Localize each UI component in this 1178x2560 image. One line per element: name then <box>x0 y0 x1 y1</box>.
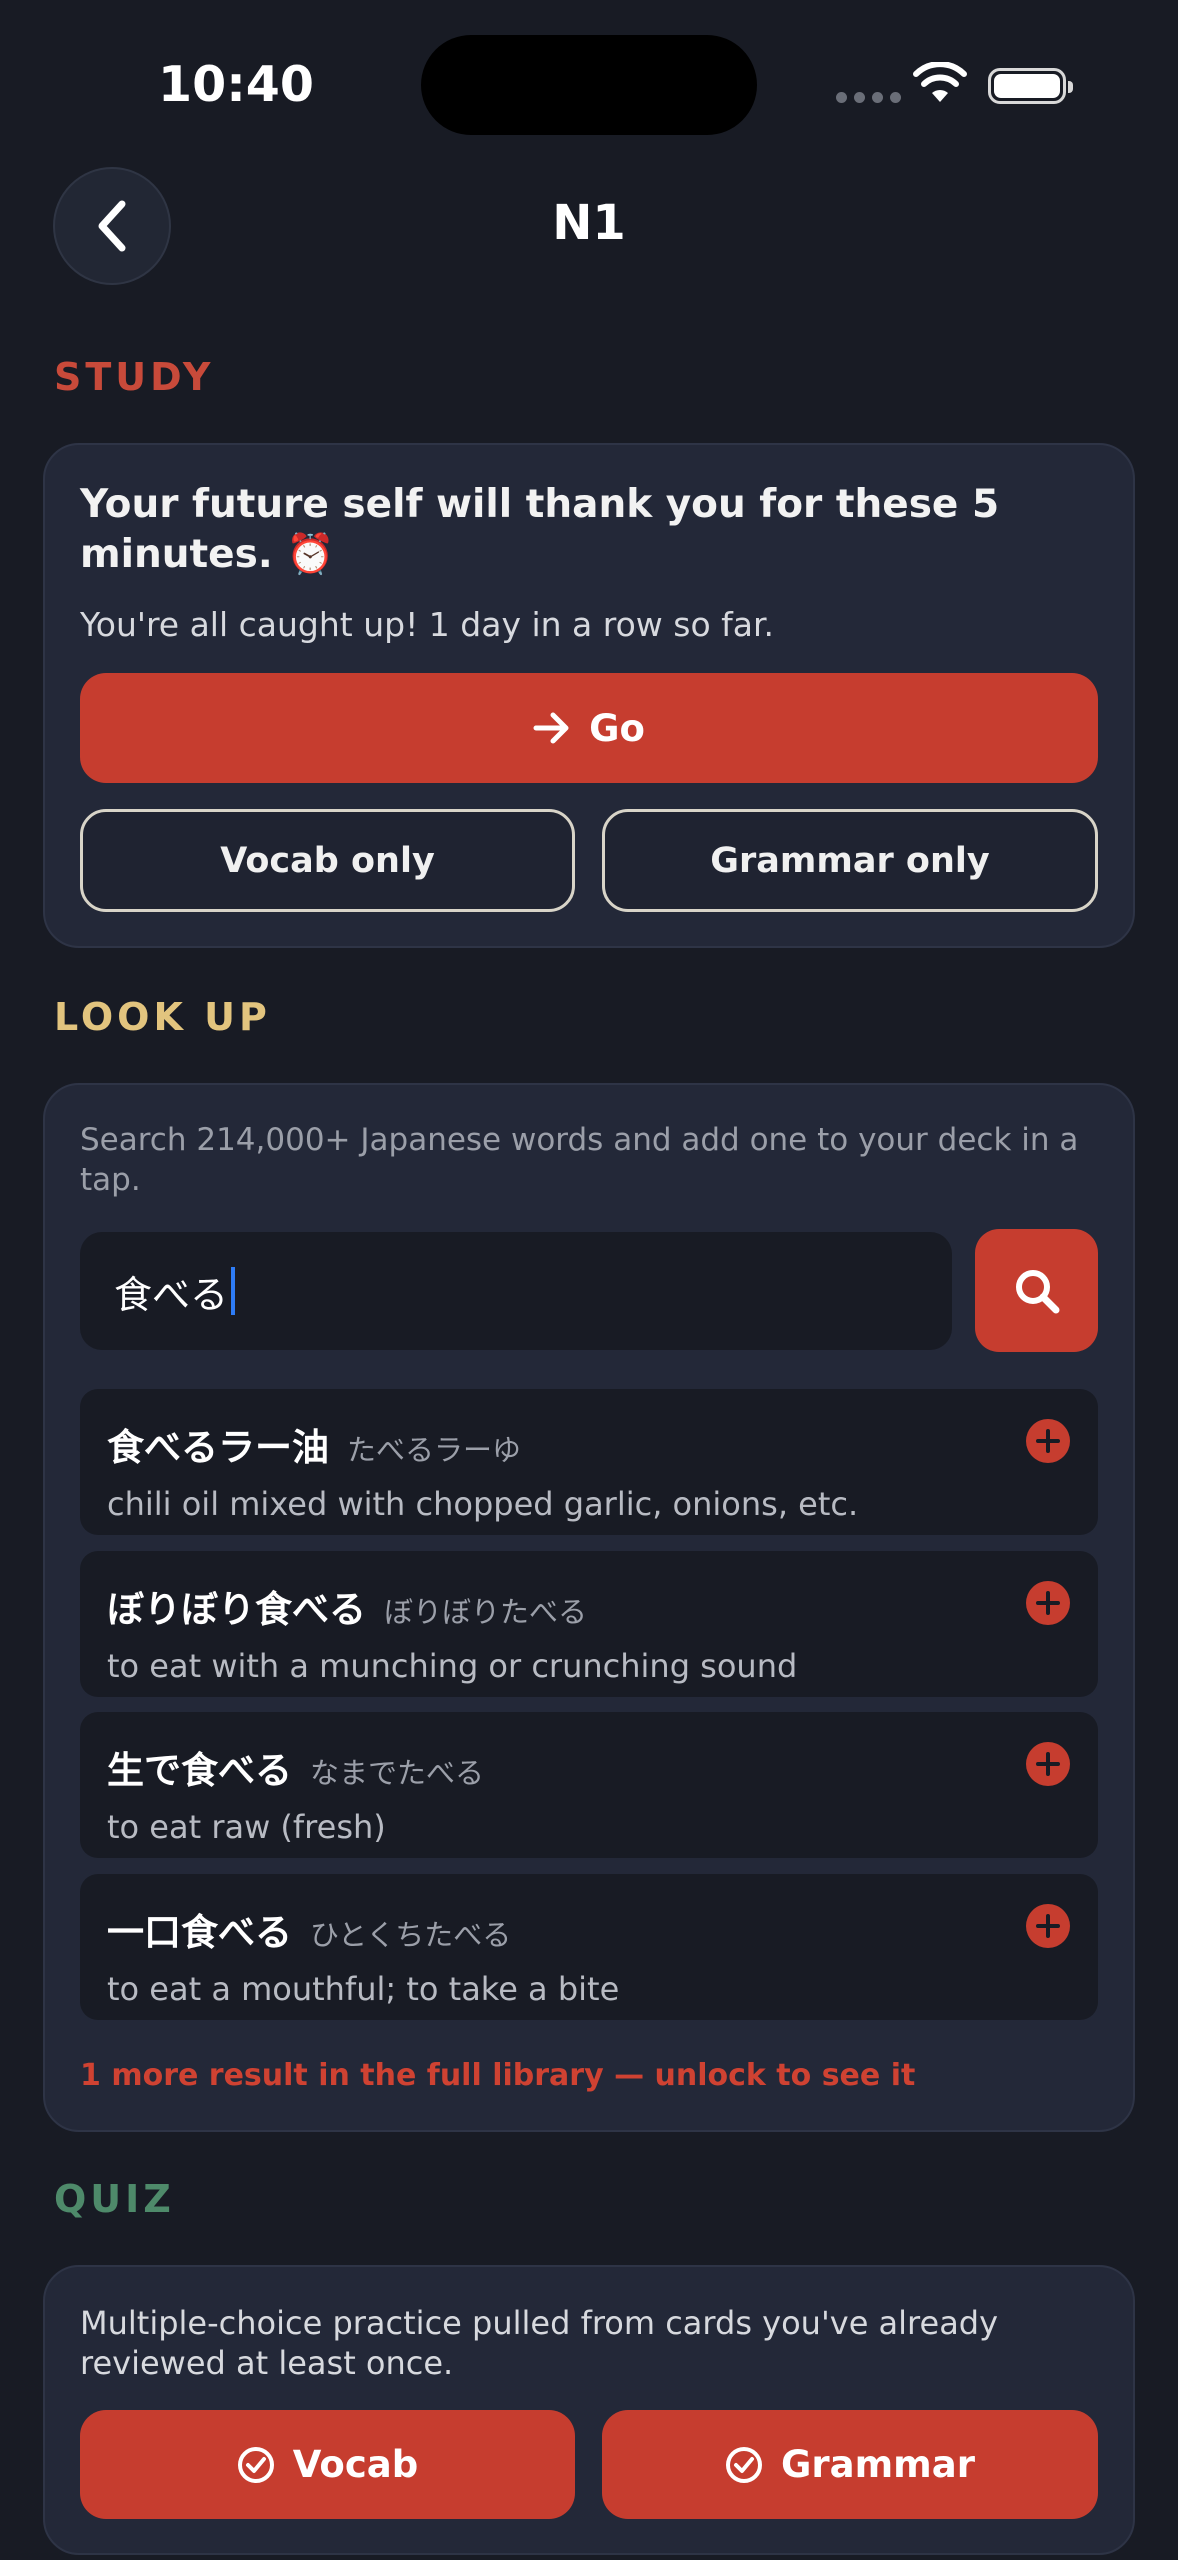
battery-icon <box>988 68 1073 104</box>
quiz-vocab-label: Vocab <box>292 2443 419 2486</box>
plus-icon <box>1036 1914 1060 1938</box>
result-gloss: to eat raw (fresh) <box>107 1808 386 1846</box>
grammar-only-button[interactable]: Grammar only <box>602 809 1098 912</box>
study-section-label: STUDY <box>54 355 215 399</box>
add-to-deck-button[interactable] <box>1026 1742 1070 1786</box>
cellular-signal-icon <box>836 92 901 103</box>
go-button-label: Go <box>589 706 645 750</box>
wifi-icon <box>912 61 968 110</box>
add-to-deck-button[interactable] <box>1026 1904 1070 1948</box>
search-button[interactable] <box>975 1229 1098 1352</box>
plus-icon <box>1036 1591 1060 1615</box>
quiz-vocab-button[interactable]: Vocab <box>80 2410 575 2519</box>
lookup-section-label: LOOK UP <box>54 995 271 1039</box>
quiz-grammar-label: Grammar <box>781 2443 975 2486</box>
result-reading: たべるラーゆ <box>347 1433 522 1467</box>
add-to-deck-button[interactable] <box>1026 1581 1070 1625</box>
search-input[interactable]: 食べる <box>80 1232 952 1350</box>
plus-icon <box>1036 1752 1060 1776</box>
lookup-description: Search 214,000+ Japanese words and add o… <box>80 1122 1079 1198</box>
quiz-section-label: QUIZ <box>54 2177 175 2221</box>
arrow-right-icon <box>533 712 569 744</box>
result-word: ぼりぼり食べる <box>107 1588 366 1631</box>
page-title: N1 <box>552 195 626 251</box>
plus-icon <box>1036 1429 1060 1453</box>
go-button[interactable]: Go <box>80 673 1098 783</box>
result-reading: なまでたべる <box>310 1756 485 1790</box>
vocab-only-button[interactable]: Vocab only <box>80 809 575 912</box>
quiz-description: Multiple-choice practice pulled from car… <box>80 2304 999 2382</box>
unlock-more-results-link[interactable]: 1 more result in the full library — unlo… <box>80 2058 915 2093</box>
result-item[interactable]: 生で食べる なまでたべる to eat raw (fresh) <box>80 1712 1098 1858</box>
result-reading: ひとくちたべる <box>310 1918 512 1952</box>
quiz-grammar-button[interactable]: Grammar <box>602 2410 1098 2519</box>
search-icon <box>1015 1269 1059 1313</box>
result-reading: ぼりぼりたべる <box>384 1595 588 1629</box>
result-gloss: chili oil mixed with chopped garlic, oni… <box>107 1485 859 1523</box>
study-heading: Your future self will thank you for thes… <box>80 482 1000 577</box>
result-word: 食べるラー油 <box>107 1426 329 1469</box>
study-streak-text: You're all caught up! 1 day in a row so … <box>80 605 774 644</box>
check-circle-icon <box>726 2446 763 2483</box>
add-to-deck-button[interactable] <box>1026 1419 1070 1463</box>
result-item[interactable]: 一口食べる ひとくちたべる to eat a mouthful; to take… <box>80 1874 1098 2020</box>
result-item[interactable]: 食べるラー油 たべるラーゆ chili oil mixed with chopp… <box>80 1389 1098 1535</box>
check-circle-icon <box>237 2446 274 2483</box>
status-time: 10:40 <box>158 56 314 113</box>
result-word: 生で食べる <box>107 1749 292 1792</box>
result-gloss: to eat with a munching or crunching soun… <box>107 1647 798 1685</box>
result-item[interactable]: ぼりぼり食べる ぼりぼりたべる to eat with a munching o… <box>80 1551 1098 1697</box>
result-gloss: to eat a mouthful; to take a bite <box>107 1970 620 2008</box>
dynamic-island <box>421 35 757 135</box>
search-input-value: 食べる <box>114 1272 229 1317</box>
result-word: 一口食べる <box>107 1911 292 1954</box>
text-caret <box>231 1267 236 1315</box>
